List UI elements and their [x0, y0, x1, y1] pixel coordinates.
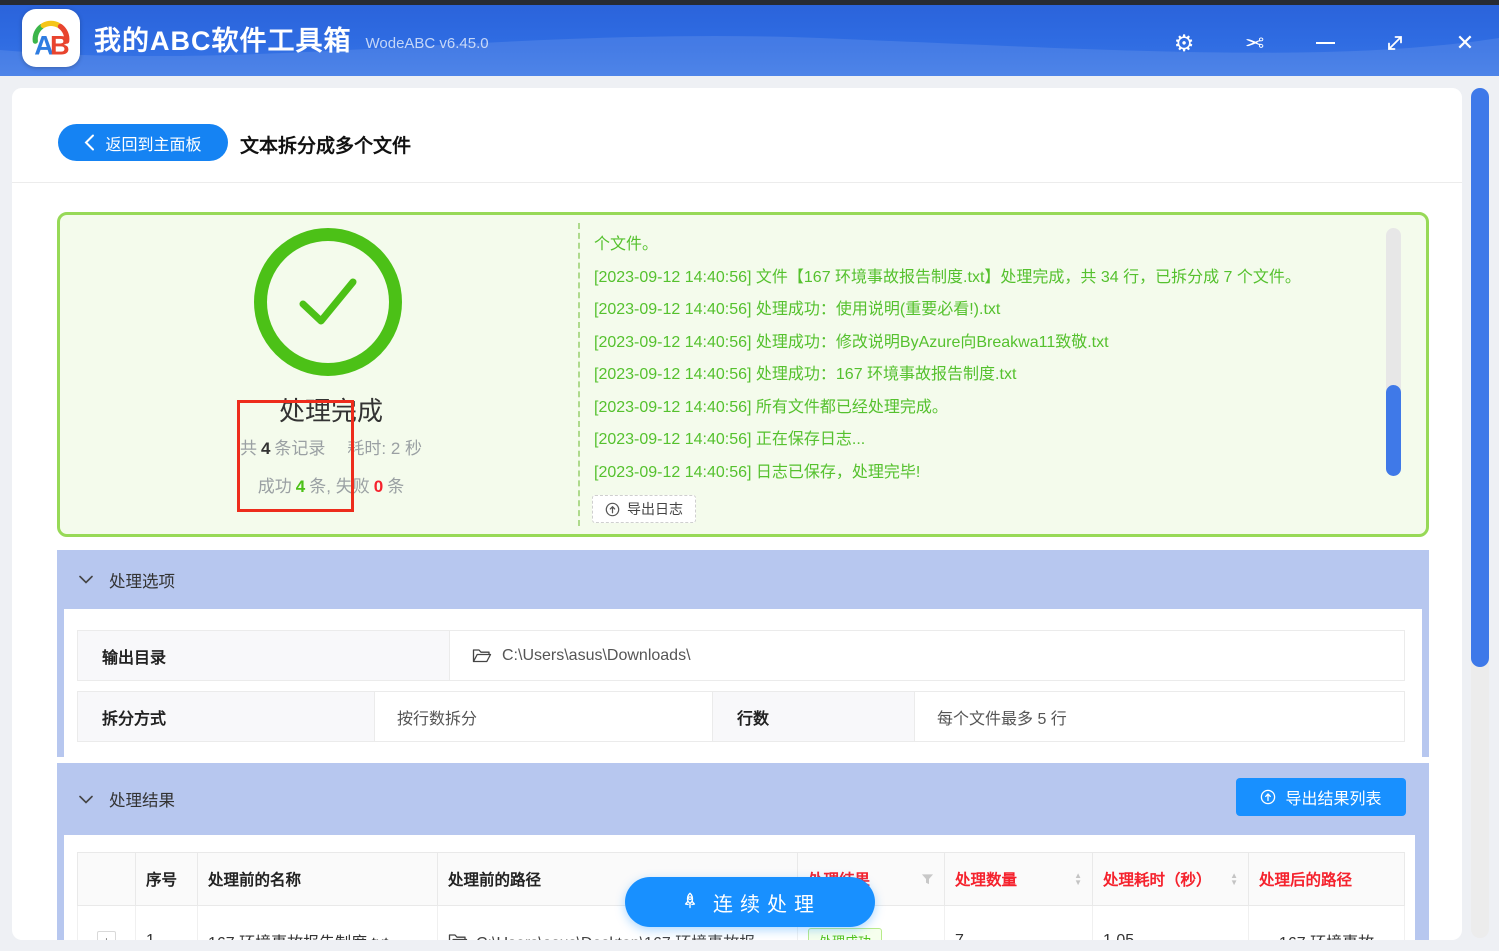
options-section: 处理选项 输出目录 C:\Users\asus\Downloads\ 拆分方式 …: [57, 550, 1429, 757]
stats-time-value: 2 秒: [390, 439, 423, 458]
chevron-left-icon: [85, 134, 95, 151]
output-dir-value: C:\Users\asus\Downloads\: [502, 646, 691, 664]
results-section-header[interactable]: 处理结果 导出结果列表: [57, 763, 1429, 835]
log-line: 个文件。: [594, 236, 659, 253]
maximize-button[interactable]: [1380, 28, 1410, 58]
expand-column-header: [77, 853, 135, 906]
app-logo: A B: [22, 9, 80, 67]
main-scrollbar-thumb[interactable]: [1471, 88, 1489, 667]
options-section-header[interactable]: 处理选项: [57, 550, 1429, 609]
close-button[interactable]: ✕: [1450, 28, 1480, 58]
page-title: 文本拆分成多个文件: [240, 136, 412, 157]
row-index-cell: 1: [135, 906, 197, 940]
col-index: 序号: [135, 853, 197, 906]
line-count-label: 行数: [713, 691, 915, 742]
split-mode-value: 按行数拆分: [397, 710, 478, 728]
chevron-down-icon: [79, 575, 93, 584]
continue-button-label: 连续处理: [713, 893, 821, 916]
col-path-after: 处理后的路径: [1248, 853, 1405, 906]
scissors-icon: ✂: [1245, 29, 1265, 56]
col-count[interactable]: 处理数量 ▲ ▼: [944, 853, 1092, 906]
gear-icon: ⚙: [1173, 29, 1195, 56]
row-output-path-cell: 167 环境事故: [1248, 906, 1405, 940]
export-results-label: 导出结果列表: [1285, 791, 1382, 808]
options-section-title: 处理选项: [109, 572, 175, 591]
close-icon: ✕: [1455, 30, 1475, 55]
log-line: [2023-09-12 14:40:56] 文件【167 环境事故报告制度.tx…: [594, 268, 1301, 286]
line-count-field[interactable]: 每个文件最多 5 行: [915, 691, 1405, 742]
app-window: A B 我的ABC软件工具箱 WodeABC v6.45.0 ⚙ ✂ ✕ 返回到…: [0, 0, 1499, 951]
log-line: [2023-09-12 14:40:56] 日志已保存，处理完毕!: [594, 463, 921, 481]
log-line: [2023-09-12 14:40:56] 正在保存日志...: [594, 431, 866, 448]
log-line: [2023-09-12 14:40:56] 处理成功：修改说明ByAzure向B…: [594, 333, 1109, 351]
row-name-cell: 167 环境事故报告制度.txt: [197, 906, 437, 940]
settings-button[interactable]: ⚙: [1169, 28, 1199, 58]
main-content-card: 返回到主面板 文本拆分成多个文件 处理完成 共 4 条记录 耗时: 2 秒 成功 4 条,…: [12, 88, 1462, 940]
scissors-tool-button[interactable]: ✂: [1240, 28, 1270, 58]
export-log-label: 导出日志: [627, 501, 683, 517]
log-line: [2023-09-12 14:40:56] 处理成功：使用说明(重要必看!).t…: [594, 301, 1001, 318]
split-mode-label: 拆分方式: [77, 691, 375, 742]
col-name-before: 处理前的名称: [197, 853, 437, 906]
maximize-icon: [1388, 36, 1402, 50]
app-title: 我的ABC软件工具箱: [94, 25, 352, 56]
output-dir-row: 输出目录 C:\Users\asus\Downloads\: [77, 630, 1405, 681]
sort-icon[interactable]: ▲ ▼: [1230, 872, 1238, 887]
options-form: 输出目录 C:\Users\asus\Downloads\ 拆分方式 按行数拆分…: [64, 609, 1422, 757]
process-log: 个文件。 [2023-09-12 14:40:56] 文件【167 环境事故报告…: [578, 223, 1418, 526]
split-mode-row: 拆分方式 按行数拆分 行数 每个文件最多 5 行: [77, 691, 1405, 742]
svg-text:B: B: [50, 30, 70, 61]
log-line: [2023-09-12 14:40:56] 处理成功：167 环境事故报告制度.…: [594, 366, 1017, 383]
main-scrollbar-track[interactable]: [1471, 88, 1489, 938]
folder-icon: [472, 648, 492, 662]
titlebar: A B 我的ABC软件工具箱 WodeABC v6.45.0 ⚙ ✂ ✕: [0, 0, 1499, 76]
minimize-icon: [1315, 42, 1335, 44]
page-header: 返回到主面板 文本拆分成多个文件: [12, 88, 1462, 183]
output-dir-field[interactable]: C:\Users\asus\Downloads\: [450, 630, 1405, 681]
folder-icon: [448, 933, 468, 940]
col-time[interactable]: 处理耗时（秒） ▲ ▼: [1092, 853, 1248, 906]
expand-row-button[interactable]: +: [97, 931, 116, 940]
continue-processing-button[interactable]: 连续处理: [625, 877, 875, 927]
success-circle: [254, 228, 402, 376]
row-time-cell: 1.05: [1092, 906, 1248, 940]
ab-logo-icon: A B: [32, 20, 70, 61]
red-annotation-rectangle: [237, 400, 354, 512]
chevron-down-icon: [79, 795, 93, 804]
split-mode-field[interactable]: 按行数拆分: [375, 691, 713, 742]
log-line: [2023-09-12 14:40:56] 所有文件都已经处理完成。: [594, 398, 948, 416]
upload-circle-icon: [1261, 789, 1276, 805]
row-path-value: C:\Users\asus\Desktop\167 环境事故报: [476, 929, 755, 941]
app-version: WodeABC v6.45.0: [365, 34, 489, 52]
log-scrollbar-thumb[interactable]: [1386, 385, 1401, 476]
output-dir-label: 输出目录: [77, 630, 450, 681]
export-log-button[interactable]: 导出日志: [592, 495, 696, 523]
window-top-edge: [0, 0, 1499, 5]
filter-icon[interactable]: [921, 873, 934, 886]
upload-circle-icon: [605, 502, 620, 516]
log-scrollbar-track[interactable]: [1386, 228, 1401, 476]
results-section-title: 处理结果: [109, 792, 175, 810]
checkmark-icon: [299, 278, 357, 325]
status-panel: 处理完成 共 4 条记录 耗时: 2 秒 成功 4 条, 失败 0 条 个文件。 [2023-…: [57, 212, 1429, 537]
stats-fail-value: 0: [373, 477, 384, 496]
back-to-dashboard-button[interactable]: 返回到主面板: [58, 124, 228, 161]
row-expand-cell: +: [77, 906, 135, 940]
minimize-button[interactable]: [1310, 28, 1340, 58]
col-count-label: 处理数量: [955, 872, 1018, 889]
rocket-icon: [684, 892, 696, 909]
col-time-label: 处理耗时（秒）: [1103, 872, 1212, 889]
stats-fail-suffix: 条: [387, 477, 405, 496]
line-count-value: 每个文件最多 5 行: [937, 710, 1067, 728]
row-count-cell: 7: [944, 906, 1092, 940]
back-button-label: 返回到主面板: [105, 136, 202, 154]
status-badge: 处理成功: [808, 928, 883, 940]
export-results-button[interactable]: 导出结果列表: [1236, 778, 1406, 816]
sort-icon[interactable]: ▲ ▼: [1074, 872, 1082, 887]
